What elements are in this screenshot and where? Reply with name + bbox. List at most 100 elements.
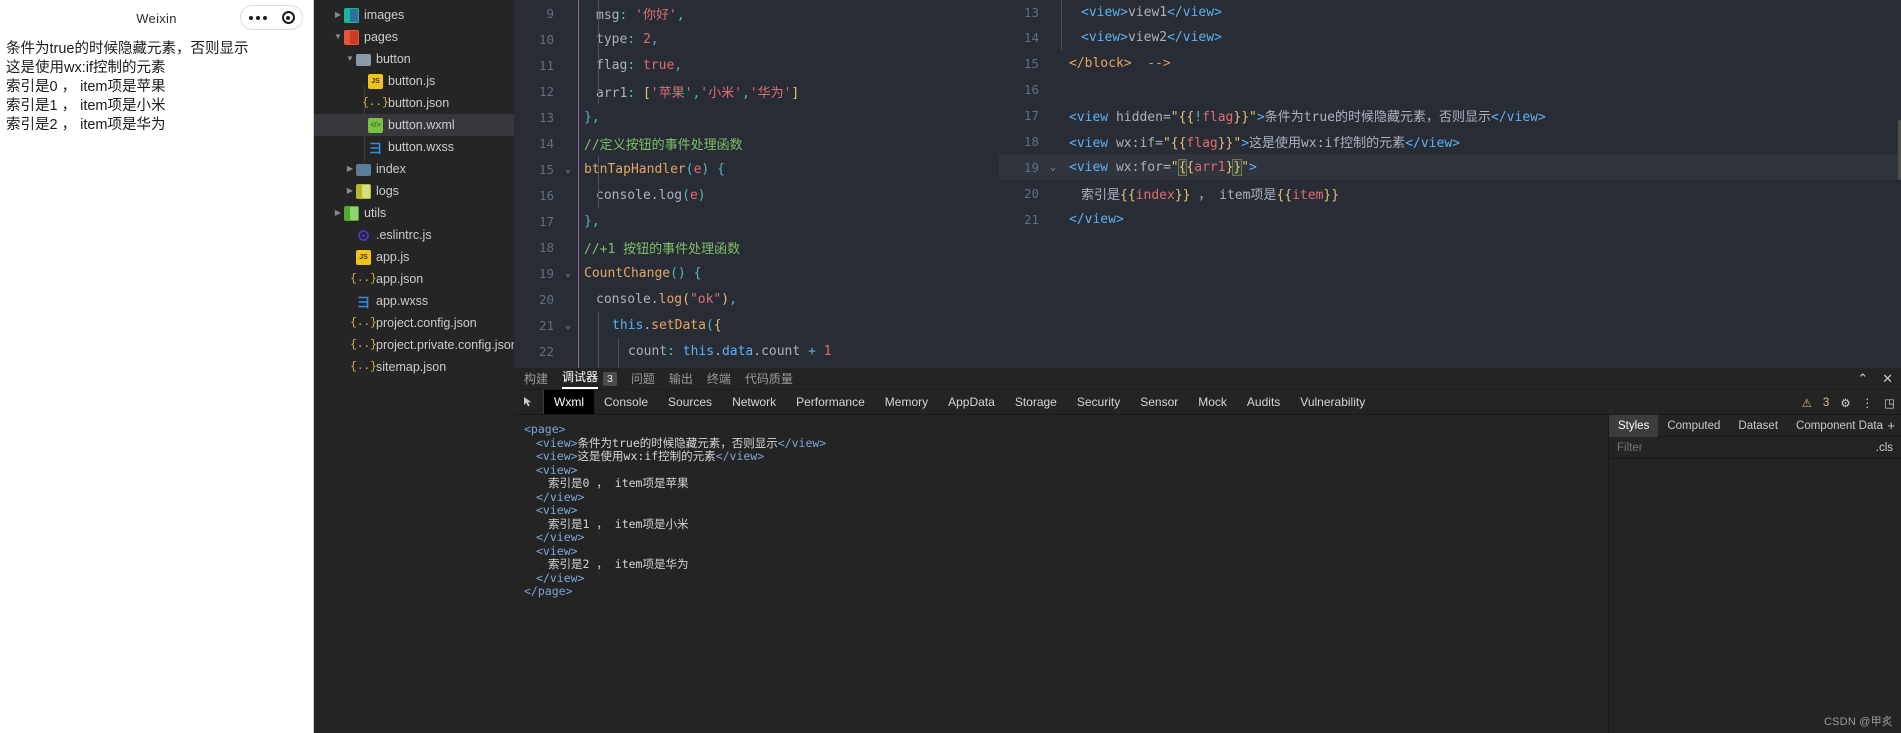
devtools-tab[interactable]: Security — [1067, 390, 1130, 414]
devtools-tab[interactable]: Wxml — [544, 390, 594, 414]
chevron-right-icon[interactable]: ▶ — [344, 180, 356, 202]
fold-toggle[interactable]: ⌄ — [1045, 162, 1061, 173]
wxml-tree-line[interactable]: <view>这是使用wx:if控制的元素</view> — [524, 449, 1608, 464]
warning-triangle-icon[interactable]: ⚠ — [1802, 396, 1812, 410]
devtools-tab[interactable]: Audits — [1237, 390, 1290, 414]
weixin-capsule-buttons[interactable] — [240, 5, 303, 30]
file-tree-item-label: button.js — [388, 74, 436, 88]
devtools-subtab[interactable]: 终端 — [707, 370, 731, 387]
styles-panel-tab[interactable]: Dataset — [1729, 415, 1787, 437]
code-editor-button-wxml[interactable]: 13 <view>view1</view> 14 <view>view2</view… — [999, 0, 1901, 368]
fold-toggle[interactable]: ⌄ — [560, 268, 576, 279]
file-tree-item-label: button.wxml — [388, 118, 455, 132]
wxss-file-icon: 彐 — [356, 294, 370, 310]
json-file-icon: {..} — [362, 97, 389, 109]
chevron-down-icon[interactable]: ▼ — [332, 26, 344, 48]
devtools-tab[interactable]: Sources — [658, 390, 722, 414]
file-tree-item[interactable]: ▶ logs — [314, 180, 514, 202]
chevron-right-icon[interactable]: ▶ — [332, 202, 344, 224]
devtools-window-controls[interactable]: ⌃ ✕ — [1857, 371, 1893, 387]
styles-panel-tabs[interactable]: Styles Computed Dataset Component Data + — [1609, 414, 1901, 437]
wxml-tree-line[interactable]: </view> — [524, 530, 1608, 545]
devtools-tab[interactable]: Memory — [875, 390, 938, 414]
devtools-tab-bar[interactable]: Wxml Console Sources Network Performance Memo… — [514, 390, 1901, 415]
chevron-up-icon[interactable]: ⌃ — [1857, 371, 1868, 387]
file-explorer[interactable]: ▶ images ▼ pages ▼ button JS button.js {..} butto… — [314, 0, 514, 733]
file-tree-item[interactable]: ▶ utils — [314, 202, 514, 224]
wxml-tag: </view> — [536, 570, 585, 585]
file-tree-item[interactable]: .eslintrc.js — [314, 224, 514, 246]
file-tree-item[interactable]: {..} app.json — [314, 268, 514, 290]
devtools-tab[interactable]: Performance — [786, 390, 875, 414]
devtools-tab[interactable]: AppData — [938, 390, 1005, 414]
file-tree-item[interactable]: {..} sitemap.json — [314, 356, 514, 378]
wxml-tree-line[interactable]: </view> — [524, 570, 1608, 586]
wxml-tree-line[interactable]: 索引是2 ， item项是华为 — [524, 557, 1608, 572]
gear-icon[interactable]: ⚙ — [1840, 396, 1850, 410]
wxml-tree-line[interactable]: </view> — [524, 490, 1608, 505]
styles-filter-row[interactable]: .cls — [1609, 437, 1901, 459]
devtools-subtab-bar[interactable]: ⌃ ✕ 构建 调试器 3 问题 输出 终端 代码质量 — [514, 368, 1901, 390]
fold-toggle[interactable]: ⌄ — [560, 164, 576, 175]
file-tree-item[interactable]: ▶ images — [314, 4, 514, 26]
devtools-tab[interactable]: Mock — [1188, 390, 1237, 414]
devtools-subtab[interactable]: 调试器 — [562, 368, 599, 389]
wxml-tree-line[interactable]: <view> — [524, 544, 1608, 559]
file-tree-item[interactable]: ▶ index — [314, 158, 514, 180]
chevron-right-icon[interactable]: ▶ — [332, 4, 344, 26]
target-icon[interactable] — [281, 11, 295, 24]
file-tree-item[interactable]: {..} project.config.json — [314, 312, 514, 334]
file-tree-item[interactable]: </> button.wxml — [314, 114, 514, 136]
wxml-text: 索引是0 ， item项是苹果 — [548, 476, 689, 490]
styles-panel-tab[interactable]: Styles — [1609, 414, 1659, 437]
file-tree-item[interactable]: JS button.js — [314, 70, 514, 92]
styles-filter-input[interactable] — [1617, 441, 1817, 454]
wxml-text: 索引是2 ， item项是华为 — [548, 557, 689, 571]
wxml-tree-line[interactable]: <page> — [524, 422, 1608, 437]
styles-panel-tab[interactable]: Computed — [1658, 415, 1729, 437]
wxml-tree-line[interactable]: <view> — [524, 463, 1608, 478]
wxml-tree-line[interactable]: </page> — [524, 584, 1608, 599]
chevron-down-icon[interactable]: ▼ — [344, 48, 356, 70]
file-tree-item[interactable]: 彐 button.wxss — [314, 136, 514, 158]
dock-panel-icon[interactable]: ◳ — [1884, 396, 1895, 410]
devtools-tab[interactable]: Vulnerability — [1290, 390, 1375, 414]
fold-toggle[interactable]: ⌄ — [560, 320, 576, 331]
file-tree-item[interactable]: JS app.js — [314, 246, 514, 268]
devtools-tab[interactable]: Sensor — [1130, 390, 1188, 414]
more-dots-icon[interactable] — [248, 15, 267, 20]
plus-icon[interactable]: + — [1887, 418, 1895, 433]
chevron-right-icon[interactable]: ▶ — [344, 158, 356, 180]
file-tree-item[interactable]: ▼ pages — [314, 26, 514, 48]
file-tree-item[interactable]: {..} button.json — [314, 92, 514, 114]
wxml-tree-line[interactable]: 索引是1 ， item项是小米 — [524, 517, 1608, 532]
cls-toggle-button[interactable]: .cls — [1876, 442, 1893, 454]
devtools-subtab[interactable]: 构建 — [524, 370, 548, 387]
wxml-tree-line[interactable]: <view>条件为true的时候隐藏元素，否则显示</view> — [524, 435, 1608, 451]
devtools-subtab[interactable]: 问题 — [631, 370, 655, 387]
file-tree-item[interactable]: ▼ button — [314, 48, 514, 70]
wxml-text: 条件为true的时候隐藏元素，否则显示 — [577, 435, 778, 450]
file-tree-item-label: app.json — [376, 272, 424, 286]
code-line: 10 type: 2, — [514, 26, 999, 52]
devtools-tab[interactable]: Storage — [1005, 390, 1067, 414]
close-icon[interactable]: ✕ — [1882, 371, 1893, 387]
editor-indent-guide — [1061, 0, 1062, 50]
wxml-tree-line[interactable]: 索引是0 ， item项是苹果 — [524, 476, 1608, 491]
file-tree-item[interactable]: 彐 app.wxss — [314, 290, 514, 312]
devtools-status-icons[interactable]: ⚠ 3 ⚙ ⋮ ◳ — [1802, 390, 1895, 415]
devtools-subtab[interactable]: 代码质量 — [745, 370, 793, 387]
wxml-tree-line[interactable]: <view> — [524, 503, 1608, 518]
code-text: //+1 按钮的事件处理函数 — [584, 241, 741, 257]
code-line: 16 console.log(e) — [514, 182, 999, 208]
file-tree-item[interactable]: {..} project.private.config.json — [314, 334, 514, 356]
wxml-dom-tree[interactable]: <page> <view>条件为true的时候隐藏元素，否则显示</view> <v… — [514, 415, 1608, 733]
styles-panel-tab[interactable]: Component Data — [1787, 415, 1892, 437]
more-vertical-icon[interactable]: ⋮ — [1862, 396, 1874, 410]
inspect-cursor-icon[interactable] — [514, 390, 544, 414]
devtools-subtab[interactable]: 输出 — [669, 370, 693, 387]
devtools-tab[interactable]: Network — [722, 390, 786, 414]
code-editor-button-js[interactable]: 9 msg: '你好', 10 type: 2, 11 flag: true, 12 a… — [514, 0, 999, 368]
watermark: CSDN @甲炙 — [1824, 716, 1893, 728]
devtools-tab[interactable]: Console — [594, 390, 658, 414]
